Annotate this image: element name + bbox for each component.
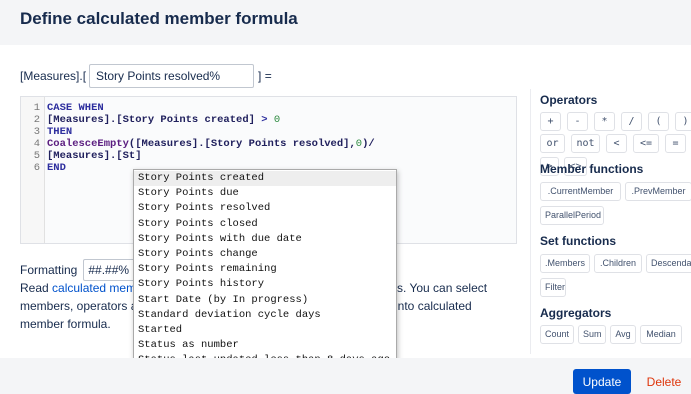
code-token: THEN bbox=[47, 126, 73, 138]
code-token: CoalesceEmpty bbox=[47, 138, 129, 150]
line-number: 5 bbox=[33, 150, 40, 162]
autocomplete-item[interactable]: Story Points history bbox=[134, 277, 396, 292]
operator-button[interactable]: * bbox=[594, 112, 615, 131]
code-token: 0 bbox=[273, 114, 281, 126]
autocomplete-dropdown[interactable]: Story Points created Story Points due Stor… bbox=[133, 169, 397, 384]
code-text: THEN bbox=[47, 126, 72, 138]
member-name-input[interactable] bbox=[89, 64, 255, 88]
operators-title: Operators bbox=[540, 93, 598, 107]
formula-helpers-panel: Operators + - * /() or not < <= = > <> Member func… bbox=[530, 89, 691, 354]
autocomplete-item[interactable]: Story Points closed bbox=[134, 217, 396, 232]
operator-button[interactable]: ( bbox=[648, 112, 669, 131]
operator-button[interactable]: = bbox=[665, 134, 686, 153]
aggregators-title: Aggregators bbox=[540, 306, 612, 320]
delete-button[interactable]: Delete bbox=[642, 369, 686, 394]
code-text: END bbox=[47, 162, 66, 174]
help-read: Read bbox=[20, 281, 49, 295]
autocomplete-item[interactable]: Story Points created bbox=[134, 171, 396, 187]
operator-button[interactable]: - bbox=[567, 112, 588, 131]
line-number: 6 bbox=[33, 162, 40, 174]
operator-button[interactable]: / bbox=[621, 112, 642, 131]
autocomplete-item[interactable]: Status as number bbox=[134, 338, 396, 353]
set-function-button[interactable]: .Children bbox=[594, 254, 642, 273]
operator-button[interactable]: not bbox=[571, 134, 600, 153]
line-number: 1 bbox=[33, 102, 40, 114]
aggregator-button[interactable]: Avg bbox=[610, 325, 636, 344]
operator-button[interactable]: < bbox=[606, 134, 627, 153]
set-function-button[interactable]: Filter bbox=[540, 278, 566, 297]
code-token: )/ bbox=[362, 138, 375, 150]
code-text: CASE WHEN bbox=[47, 102, 104, 114]
set-function-button[interactable]: Descenda bbox=[646, 254, 691, 273]
autocomplete-item[interactable]: Story Points due bbox=[134, 186, 396, 201]
code-token: [Measures].[St] bbox=[47, 150, 142, 162]
update-button[interactable]: Update bbox=[573, 369, 631, 394]
line-number: 2 bbox=[33, 114, 40, 126]
autocomplete-item[interactable]: Story Points remaining bbox=[134, 262, 396, 277]
code-text: [Measures].[St] bbox=[47, 150, 142, 162]
operator-button[interactable]: + bbox=[540, 112, 561, 131]
help-line-3: member formula. bbox=[20, 317, 111, 331]
calculated-members-help-link[interactable]: calculated mem bbox=[52, 281, 136, 295]
code-text: CoalesceEmpty([Measures].[Story Points r… bbox=[47, 138, 375, 150]
autocomplete-item[interactable]: Started bbox=[134, 323, 396, 338]
operator-button[interactable]: <= bbox=[633, 134, 659, 153]
dialog-title: Define calculated member formula bbox=[20, 9, 298, 28]
set-functions-title: Set functions bbox=[540, 234, 617, 248]
autocomplete-item[interactable]: Start Date (by In progress) bbox=[134, 293, 396, 308]
member-name-suffix: ] = bbox=[258, 69, 272, 83]
formatting-label: Formatting bbox=[20, 263, 78, 277]
member-name-row: [Measures].[ ] = bbox=[20, 64, 272, 88]
member-function-button[interactable]: .PrevMember bbox=[625, 182, 691, 201]
aggregator-button[interactable]: Count bbox=[540, 325, 574, 344]
member-name-prefix: [Measures].[ bbox=[20, 69, 87, 83]
dialog-header: Define calculated member formula bbox=[0, 0, 691, 45]
code-token: > bbox=[254, 114, 274, 126]
help-line-2a: members, operators a bbox=[20, 299, 138, 313]
aggregator-button[interactable]: Median bbox=[640, 325, 682, 344]
member-functions-title: Member functions bbox=[540, 162, 644, 176]
autocomplete-item[interactable]: Story Points with due date bbox=[134, 232, 396, 247]
line-number: 3 bbox=[33, 126, 40, 138]
operator-button[interactable]: ) bbox=[675, 112, 691, 131]
member-function-button[interactable]: .CurrentMember bbox=[540, 182, 621, 201]
code-token: ([Measures].[Story Points resolved], bbox=[128, 138, 356, 150]
autocomplete-item[interactable]: Standard deviation cycle days bbox=[134, 308, 396, 323]
autocomplete-item[interactable]: Story Points resolved bbox=[134, 201, 396, 216]
aggregator-button[interactable]: Sum bbox=[578, 325, 606, 344]
code-token: CASE WHEN bbox=[47, 102, 104, 114]
line-number: 4 bbox=[33, 138, 40, 150]
operator-button[interactable]: or bbox=[540, 134, 565, 153]
autocomplete-item[interactable]: Story Points change bbox=[134, 247, 396, 262]
member-function-button[interactable]: ParallelPeriod bbox=[540, 206, 604, 225]
code-text: [Measures].[Story Points created] > 0 bbox=[47, 114, 280, 126]
set-function-button[interactable]: .Members bbox=[540, 254, 590, 273]
code-token: END bbox=[47, 162, 66, 174]
code-token: [Measures].[Story Points created] bbox=[47, 114, 255, 126]
